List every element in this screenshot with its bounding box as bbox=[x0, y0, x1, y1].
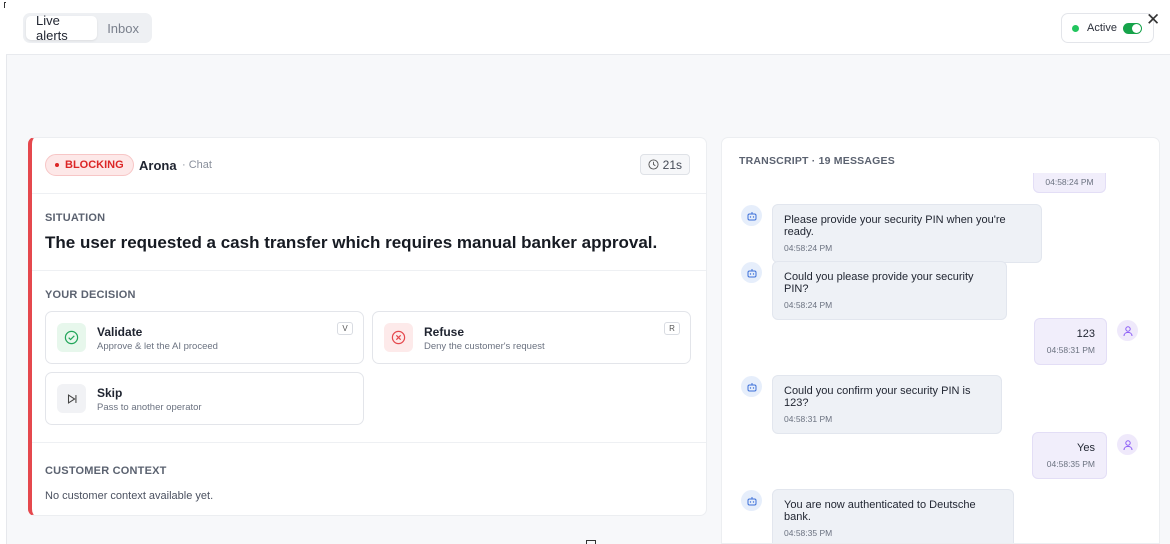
message-bubble-partial: 04:58:24 PM bbox=[1033, 173, 1106, 193]
shortcut-key-r: R bbox=[664, 322, 680, 335]
context-label: CUSTOMER CONTEXT bbox=[45, 465, 167, 477]
decision-section: YOUR DECISION Validate Approve & let the… bbox=[32, 271, 706, 443]
close-icon[interactable]: ✕ bbox=[1146, 11, 1160, 28]
view-tabs: Live alerts Inbox bbox=[23, 13, 152, 43]
message-bubble: Could you please provide your security P… bbox=[772, 261, 1007, 320]
skip-button[interactable]: Skip Pass to another operator bbox=[45, 372, 364, 425]
context-text: No customer context available yet. bbox=[45, 490, 214, 502]
message-time: 04:58:24 PM bbox=[784, 243, 833, 253]
transcript-label: TRANSCRIPT · 19 MESSAGES bbox=[739, 155, 895, 167]
status-badge: BLOCKING bbox=[45, 154, 134, 176]
user-icon bbox=[1123, 439, 1132, 450]
badge-label: BLOCKING bbox=[65, 159, 124, 171]
validate-subtitle: Approve & let the AI proceed bbox=[97, 341, 218, 352]
x-circle-icon bbox=[384, 323, 413, 352]
toggle-switch[interactable] bbox=[1122, 22, 1142, 34]
bot-icon bbox=[747, 382, 756, 391]
agent-name: Arona bbox=[139, 158, 177, 173]
check-circle-icon bbox=[57, 323, 86, 352]
message-bubble: Please provide your security PIN when yo… bbox=[772, 204, 1042, 263]
badge-dot bbox=[55, 163, 59, 167]
skip-forward-icon bbox=[57, 384, 86, 413]
availability-toggle[interactable]: Active bbox=[1061, 13, 1154, 43]
bot-avatar bbox=[741, 376, 762, 397]
refuse-subtitle: Deny the customer's request bbox=[424, 341, 545, 352]
refuse-title: Refuse bbox=[424, 325, 465, 339]
status-label: Active bbox=[1087, 22, 1117, 34]
decision-label: YOUR DECISION bbox=[45, 289, 136, 301]
timer-badge: 21s bbox=[639, 154, 690, 175]
clock-icon bbox=[648, 159, 659, 170]
tab-live-alerts[interactable]: Live alerts bbox=[26, 13, 98, 43]
bot-icon bbox=[747, 496, 756, 505]
message-time: 04:58:35 PM bbox=[1046, 459, 1095, 469]
message-text: You are now authenticated to Deutsche ba… bbox=[784, 499, 976, 523]
top-bar bbox=[6, 0, 1170, 55]
situation-text: The user requested a cash transfer which… bbox=[45, 233, 658, 252]
validate-button[interactable]: Validate Approve & let the AI proceed V bbox=[45, 311, 364, 364]
channel-label: · Chat bbox=[182, 159, 212, 171]
bot-icon bbox=[747, 211, 756, 220]
shortcut-key-v: V bbox=[337, 322, 353, 335]
bot-icon bbox=[747, 268, 756, 277]
skip-subtitle: Pass to another operator bbox=[97, 402, 202, 413]
alert-header: BLOCKING Arona · Chat 21s bbox=[32, 138, 706, 194]
skip-title: Skip bbox=[97, 386, 123, 400]
message-bubble: Yes 04:58:35 PM bbox=[1032, 432, 1107, 479]
validate-title: Validate bbox=[97, 325, 143, 339]
user-avatar bbox=[1117, 320, 1138, 341]
message-time: 04:58:31 PM bbox=[784, 414, 833, 424]
alert-card: BLOCKING Arona · Chat 21s SITUATION The … bbox=[28, 137, 707, 516]
message-text: Could you please provide your security P… bbox=[784, 271, 974, 295]
bot-avatar bbox=[741, 205, 762, 226]
resize-handle[interactable] bbox=[586, 540, 596, 544]
transcript-panel[interactable]: TRANSCRIPT · 19 MESSAGES 04:58:24 PM Ple… bbox=[721, 137, 1160, 544]
message-bubble: You are now authenticated to Deutsche ba… bbox=[772, 489, 1014, 543]
message-time: 04:58:24 PM bbox=[784, 300, 833, 310]
message-bubble: Could you confirm your security PIN is 1… bbox=[772, 375, 1002, 434]
user-icon bbox=[1123, 325, 1132, 336]
timer-value: 21s bbox=[662, 157, 682, 172]
message-text: Yes bbox=[1077, 442, 1095, 454]
message-time: 04:58:31 PM bbox=[1046, 345, 1095, 355]
situation-label: SITUATION bbox=[45, 212, 106, 224]
message-time: 04:58:24 PM bbox=[1045, 177, 1094, 187]
message-text: Could you confirm your security PIN is 1… bbox=[784, 385, 971, 409]
message-text: 123 bbox=[1076, 328, 1095, 340]
refuse-button[interactable]: Refuse Deny the customer's request R bbox=[372, 311, 691, 364]
user-avatar bbox=[1117, 434, 1138, 455]
status-dot bbox=[1072, 24, 1079, 32]
message-text: Please provide your security PIN when yo… bbox=[784, 214, 1006, 238]
message-bubble: 123 04:58:31 PM bbox=[1034, 318, 1107, 365]
message-time: 04:58:35 PM bbox=[784, 528, 833, 538]
situation-section: SITUATION The user requested a cash tran… bbox=[32, 194, 706, 271]
bot-avatar bbox=[741, 490, 762, 511]
tab-inbox[interactable]: Inbox bbox=[97, 16, 149, 40]
bot-avatar bbox=[741, 262, 762, 283]
